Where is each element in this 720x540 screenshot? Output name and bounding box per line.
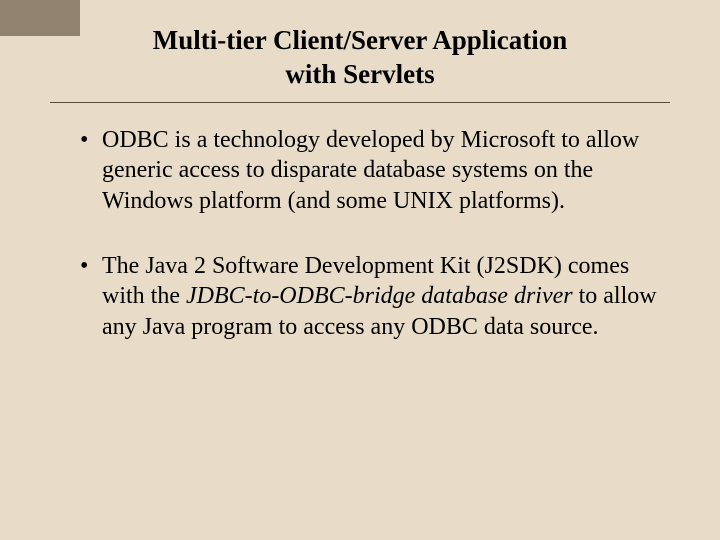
bullet-dot-icon: • [80,125,102,217]
bullet-text: ODBC is a technology developed by Micros… [102,125,660,217]
title-line-2: with Servlets [285,59,434,89]
text-italic: JDBC-to-ODBC-bridge database driver [186,283,573,309]
slide-body: • ODBC is a technology developed by Micr… [50,103,670,343]
slide: Multi-tier Client/Server Application wit… [0,0,720,343]
text-segment: ODBC is a technology developed by Micros… [102,127,639,214]
bullet-item: • ODBC is a technology developed by Micr… [80,125,660,217]
bullet-text: The Java 2 Software Development Kit (J2S… [102,251,660,343]
title-line-1: Multi-tier Client/Server Application [153,25,567,55]
bullet-dot-icon: • [80,251,102,343]
corner-watermark [0,0,80,36]
slide-title: Multi-tier Client/Server Application wit… [50,24,670,92]
bullet-item: • The Java 2 Software Development Kit (J… [80,251,660,343]
